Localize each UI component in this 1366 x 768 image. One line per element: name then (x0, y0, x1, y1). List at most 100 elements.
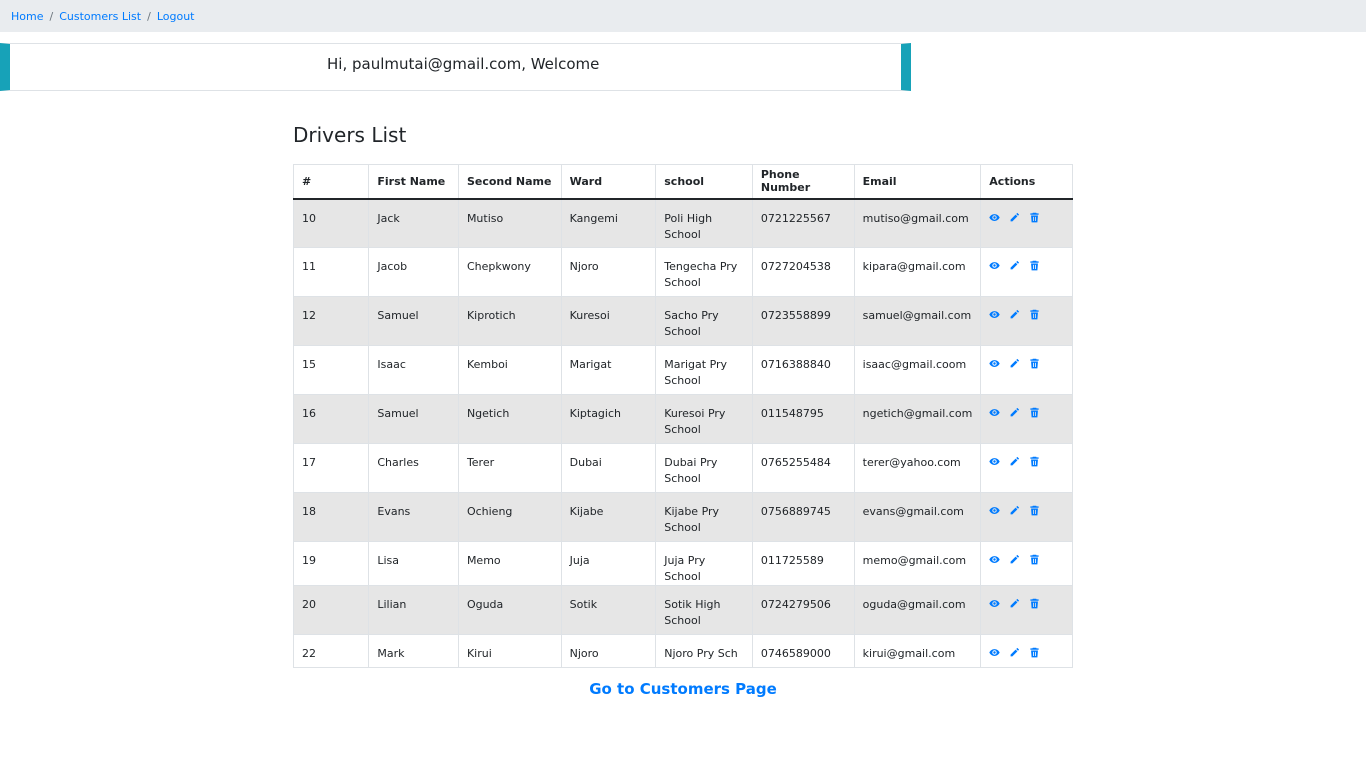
pencil-icon[interactable] (1009, 456, 1020, 467)
cell-actions (980, 296, 1073, 346)
cell-school: Poli High School (655, 198, 753, 248)
cell-first-name: Isaac (368, 345, 459, 395)
trash-icon[interactable] (1029, 647, 1040, 658)
cell-id: 17 (292, 443, 370, 493)
eye-icon[interactable] (989, 407, 1000, 418)
eye-icon[interactable] (989, 554, 1000, 565)
column-header-school: school (655, 164, 753, 200)
cell-second-name: Ngetich (457, 394, 562, 444)
pencil-icon[interactable] (1009, 407, 1020, 418)
table-row: 16 Samuel Ngetich Kiptagich Kuresoi Pry Scho… (292, 394, 1073, 444)
cell-school: Sotik High School (655, 585, 753, 635)
table-body: 10 Jack Mutiso Kangemi Poli High School 07212… (292, 198, 1073, 668)
cell-email: memo@gmail.com (853, 541, 982, 586)
column-header-number: # (292, 164, 370, 200)
eye-icon[interactable] (989, 260, 1000, 271)
cell-school: Marigat Pry School (655, 345, 753, 395)
table-row: 20 Lilian Oguda Sotik Sotik High School 07242… (292, 585, 1073, 635)
cell-id: 20 (292, 585, 370, 635)
row-actions (989, 504, 1064, 516)
eye-icon[interactable] (989, 212, 1000, 223)
row-actions (989, 646, 1064, 658)
cell-first-name: Evans (368, 492, 459, 542)
cell-id: 19 (292, 541, 370, 586)
eye-icon[interactable] (989, 598, 1000, 609)
cell-phone-number: 0716388840 (751, 345, 855, 395)
row-actions (989, 357, 1064, 369)
breadcrumb-logout-link[interactable]: Logout (157, 10, 195, 23)
breadcrumb: Home / Customers List / Logout (0, 0, 1366, 32)
table-row: 10 Jack Mutiso Kangemi Poli High School 07212… (292, 198, 1073, 248)
trash-icon[interactable] (1029, 505, 1040, 516)
pencil-icon[interactable] (1009, 212, 1020, 223)
trash-icon[interactable] (1029, 598, 1040, 609)
table-row: 11 Jacob Chepkwony Njoro Tengecha Pry School… (292, 247, 1073, 297)
pencil-icon[interactable] (1009, 598, 1020, 609)
breadcrumb-home-link[interactable]: Home (11, 10, 43, 23)
column-header-first-name: First Name (368, 164, 459, 200)
eye-icon[interactable] (989, 505, 1000, 516)
cell-ward: Njoro (560, 247, 657, 297)
pencil-icon[interactable] (1009, 647, 1020, 658)
go-to-customers-page-link[interactable]: Go to Customers Page (589, 680, 777, 698)
breadcrumb-separator: / (147, 9, 151, 23)
trash-icon[interactable] (1029, 358, 1040, 369)
trash-icon[interactable] (1029, 309, 1040, 320)
cell-actions (980, 585, 1073, 635)
cell-id: 16 (292, 394, 370, 444)
cell-ward: Juja (560, 541, 657, 586)
cell-ward: Marigat (560, 345, 657, 395)
cell-actions (980, 634, 1073, 668)
breadcrumb-customers-list-link[interactable]: Customers List (59, 10, 141, 23)
cell-school: Njoro Pry Sch (655, 634, 753, 668)
cell-actions (980, 394, 1073, 444)
page-title: Drivers List (293, 123, 407, 147)
eye-icon[interactable] (989, 456, 1000, 467)
cell-ward: Sotik (560, 585, 657, 635)
trash-icon[interactable] (1029, 407, 1040, 418)
cell-actions (980, 492, 1073, 542)
cell-actions (980, 541, 1073, 586)
cell-first-name: Mark (368, 634, 459, 668)
row-actions (989, 553, 1064, 565)
cell-phone-number: 0723558899 (751, 296, 855, 346)
pencil-icon[interactable] (1009, 505, 1020, 516)
eye-icon[interactable] (989, 647, 1000, 658)
drivers-table: # First Name Second Name Ward school Pho… (292, 164, 1073, 668)
cell-email: kirui@gmail.com (853, 634, 982, 668)
cell-ward: Kiptagich (560, 394, 657, 444)
trash-icon[interactable] (1029, 212, 1040, 223)
trash-icon[interactable] (1029, 554, 1040, 565)
cell-school: Sacho Pry School (655, 296, 753, 346)
row-actions (989, 211, 1064, 223)
pencil-icon[interactable] (1009, 358, 1020, 369)
cell-id: 11 (292, 247, 370, 297)
pencil-icon[interactable] (1009, 554, 1020, 565)
footer-link-container: Go to Customers Page (0, 679, 1366, 698)
cell-phone-number: 0724279506 (751, 585, 855, 635)
trash-icon[interactable] (1029, 456, 1040, 467)
column-header-email: Email (853, 164, 982, 200)
cell-phone-number: 011548795 (751, 394, 855, 444)
cell-second-name: Memo (457, 541, 562, 586)
cell-email: kipara@gmail.com (853, 247, 982, 297)
cell-second-name: Mutiso (457, 198, 562, 248)
column-header-second-name: Second Name (457, 164, 562, 200)
pencil-icon[interactable] (1009, 309, 1020, 320)
eye-icon[interactable] (989, 358, 1000, 369)
cell-email: mutiso@gmail.com (853, 198, 982, 248)
eye-icon[interactable] (989, 309, 1000, 320)
pencil-icon[interactable] (1009, 260, 1020, 271)
trash-icon[interactable] (1029, 260, 1040, 271)
welcome-message: Hi, paulmutai@gmail.com, Welcome (327, 55, 600, 73)
cell-first-name: Lisa (368, 541, 459, 586)
cell-first-name: Samuel (368, 296, 459, 346)
cell-school: Kuresoi Pry School (655, 394, 753, 444)
cell-ward: Kuresoi (560, 296, 657, 346)
cell-ward: Kangemi (560, 198, 657, 248)
cell-second-name: Kemboi (457, 345, 562, 395)
cell-second-name: Kirui (457, 634, 562, 668)
column-header-phone-number: Phone Number (751, 164, 855, 200)
cell-actions (980, 198, 1073, 248)
cell-actions (980, 345, 1073, 395)
